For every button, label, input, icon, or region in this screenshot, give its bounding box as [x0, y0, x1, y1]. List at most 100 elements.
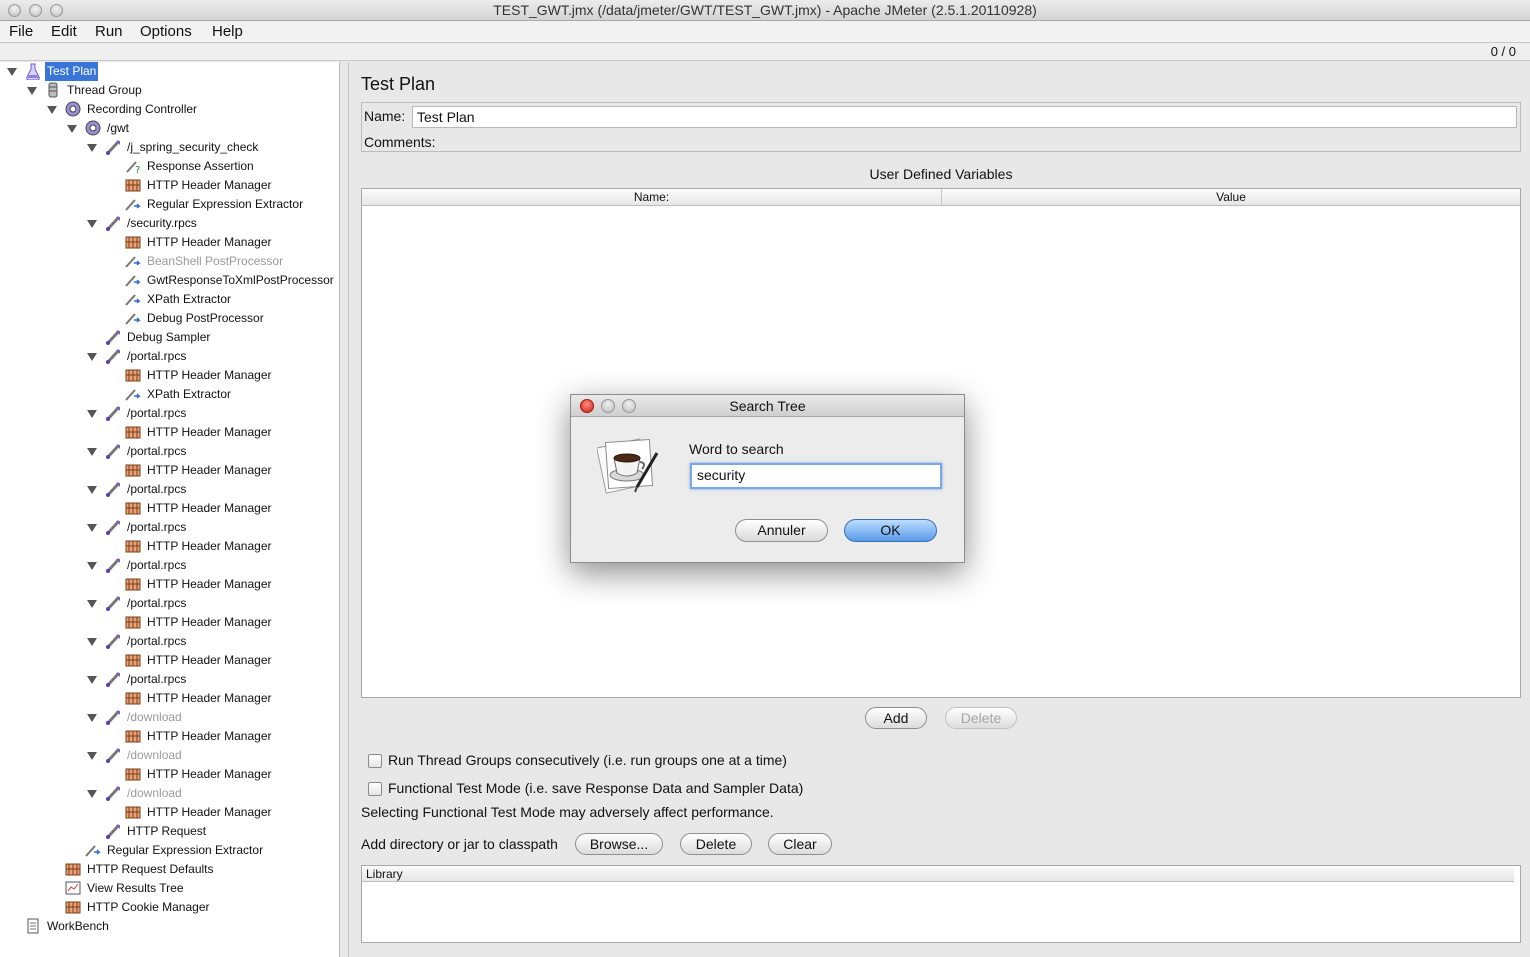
tree-node[interactable]: HTTP Header Manager [0, 461, 339, 480]
ok-button[interactable]: OK [844, 519, 937, 542]
tree-node[interactable]: Test Plan [0, 62, 339, 81]
expand-toggle-icon[interactable] [87, 784, 97, 803]
tree-node[interactable]: /j_spring_security_check [0, 138, 339, 157]
expand-toggle-icon[interactable] [87, 480, 97, 499]
tree-node[interactable]: HTTP Header Manager [0, 613, 339, 632]
tree-node[interactable]: XPath Extractor [0, 385, 339, 404]
postprocessor-icon [125, 294, 141, 306]
tree-node[interactable]: GwtResponseToXmlPostProcessor [0, 271, 339, 290]
tree-node[interactable]: HTTP Header Manager [0, 499, 339, 518]
expand-toggle-icon[interactable] [7, 62, 17, 81]
tree-node[interactable]: HTTP Header Manager [0, 689, 339, 708]
tree-node[interactable]: HTTP Header Manager [0, 537, 339, 556]
expand-toggle-icon[interactable] [87, 556, 97, 575]
tree-node[interactable]: /portal.rpcs [0, 480, 339, 499]
functional-mode-checkbox[interactable] [368, 782, 382, 796]
tree-node[interactable]: View Results Tree [0, 879, 339, 898]
library-table[interactable]: Library [361, 865, 1521, 943]
tree-node[interactable]: HTTP Header Manager [0, 575, 339, 594]
window-zoom-icon[interactable] [50, 4, 63, 17]
udv-col-name[interactable]: Name: [362, 189, 942, 206]
expand-toggle-icon[interactable] [87, 518, 97, 537]
cancel-button[interactable]: Annuler [735, 519, 828, 542]
tree-node[interactable]: Thread Group [0, 81, 339, 100]
tree-node[interactable]: HTTP Header Manager [0, 651, 339, 670]
expand-toggle-icon[interactable] [87, 670, 97, 689]
expand-toggle-icon[interactable] [67, 119, 77, 138]
name-input[interactable]: Test Plan [412, 106, 1517, 128]
expand-toggle-icon[interactable] [87, 214, 97, 233]
library-header[interactable]: Library [362, 866, 1514, 882]
tree-node[interactable]: HTTP Header Manager [0, 727, 339, 746]
tree-node[interactable]: /portal.rpcs [0, 594, 339, 613]
tree-node[interactable]: HTTP Header Manager [0, 366, 339, 385]
config-icon [125, 654, 141, 667]
expand-toggle-icon[interactable] [87, 138, 97, 157]
add-button[interactable]: Add [865, 707, 927, 729]
tree-node[interactable]: /portal.rpcs [0, 670, 339, 689]
tree-node[interactable]: ? Response Assertion [0, 157, 339, 176]
expand-toggle-icon[interactable] [87, 746, 97, 765]
tree-node-label: XPath Extractor [147, 292, 232, 306]
expand-toggle-icon[interactable] [87, 347, 97, 366]
menu-run[interactable]: Run [95, 23, 123, 41]
dialog-close-icon[interactable] [580, 399, 594, 413]
window-close-icon[interactable] [8, 4, 21, 17]
tree-node-label: HTTP Header Manager [147, 615, 272, 629]
menu-file[interactable]: File [9, 23, 33, 41]
expand-toggle-icon[interactable] [87, 404, 97, 423]
browse-button[interactable]: Browse... [575, 833, 663, 855]
tree-node[interactable]: /portal.rpcs [0, 632, 339, 651]
run-consecutive-checkbox[interactable] [368, 754, 382, 768]
sampler-icon [105, 785, 121, 802]
tree-node[interactable]: WorkBench [0, 917, 339, 936]
tree-node[interactable]: HTTP Header Manager [0, 765, 339, 784]
tree-node[interactable]: /portal.rpcs [0, 347, 339, 366]
tree-node[interactable]: Regular Expression Extractor [0, 195, 339, 214]
dialog-minimize-icon[interactable] [601, 399, 615, 413]
dialog-zoom-icon[interactable] [622, 399, 636, 413]
tree-node[interactable]: HTTP Header Manager [0, 803, 339, 822]
menu-help[interactable]: Help [212, 23, 243, 41]
tree-node[interactable]: HTTP Request [0, 822, 339, 841]
tree-node[interactable]: Recording Controller [0, 100, 339, 119]
expand-toggle-icon[interactable] [87, 594, 97, 613]
tree-node[interactable]: /download [0, 746, 339, 765]
sampler-icon [105, 671, 121, 688]
tree-node[interactable]: Debug Sampler [0, 328, 339, 347]
tree-node[interactable]: HTTP Header Manager [0, 176, 339, 195]
expand-toggle-icon[interactable] [87, 442, 97, 461]
menu-options[interactable]: Options [140, 23, 192, 41]
tree-node[interactable]: Debug PostProcessor [0, 309, 339, 328]
tree-node[interactable]: /portal.rpcs [0, 556, 339, 575]
tree-node[interactable]: BeanShell PostProcessor [0, 252, 339, 271]
expand-toggle-icon[interactable] [87, 632, 97, 651]
tree-node[interactable]: HTTP Request Defaults [0, 860, 339, 879]
expand-toggle-icon[interactable] [27, 81, 37, 100]
tree-node[interactable]: HTTP Cookie Manager [0, 898, 339, 917]
tree-node[interactable]: /gwt [0, 119, 339, 138]
tree-node[interactable]: Regular Expression Extractor [0, 841, 339, 860]
window-minimize-icon[interactable] [29, 4, 42, 17]
test-plan-tree[interactable]: Test Plan Thread Group Recording Controlle… [0, 62, 340, 957]
tree-node[interactable]: /security.rpcs [0, 214, 339, 233]
udv-col-value[interactable]: Value [942, 189, 1520, 206]
tree-node-label: /gwt [107, 121, 130, 135]
expand-toggle-icon[interactable] [47, 100, 57, 119]
tree-node[interactable]: HTTP Header Manager [0, 233, 339, 252]
delete-button[interactable]: Delete [945, 707, 1017, 729]
classpath-delete-button[interactable]: Delete [680, 833, 752, 855]
tree-node[interactable]: /portal.rpcs [0, 442, 339, 461]
menu-edit[interactable]: Edit [51, 23, 77, 41]
tree-node[interactable]: /download [0, 784, 339, 803]
tree-node[interactable]: /portal.rpcs [0, 404, 339, 423]
clear-button[interactable]: Clear [768, 833, 832, 855]
tree-node[interactable]: /portal.rpcs [0, 518, 339, 537]
tree-node[interactable]: /download [0, 708, 339, 727]
search-input[interactable]: security [690, 463, 942, 489]
pane-splitter[interactable] [340, 62, 349, 957]
tree-node[interactable]: XPath Extractor [0, 290, 339, 309]
expand-toggle-icon[interactable] [87, 708, 97, 727]
tree-node[interactable]: HTTP Header Manager [0, 423, 339, 442]
sampler-icon [105, 139, 121, 156]
